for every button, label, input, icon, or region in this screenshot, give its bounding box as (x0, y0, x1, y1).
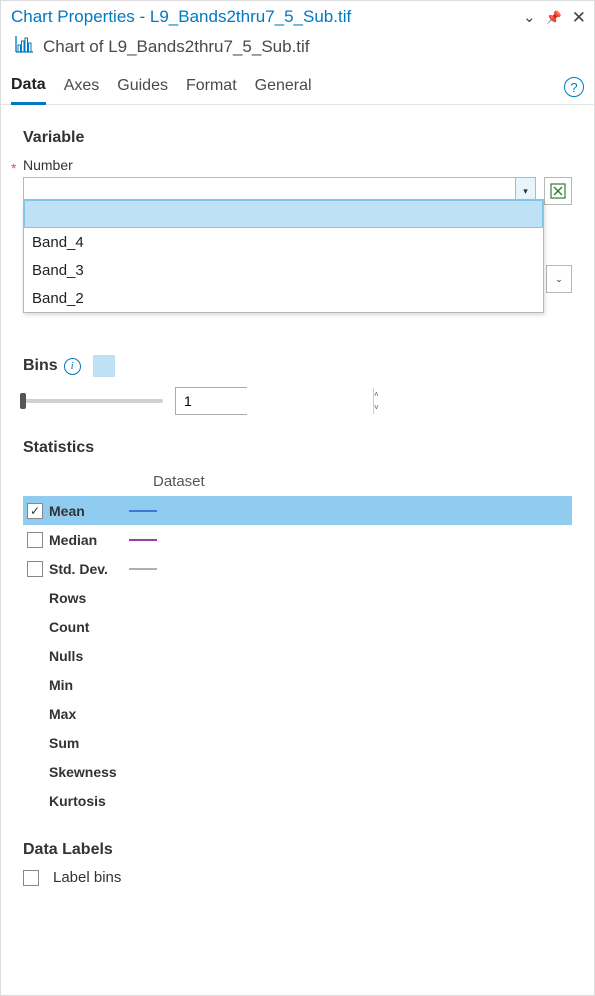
data-labels-section: Data Labels Label bins (23, 841, 572, 886)
stat-label-skewness: Skewness (49, 764, 129, 780)
number-field-label: * Number (23, 157, 73, 173)
bins-slider-row: ˄ ˅ (23, 387, 572, 415)
stat-label-nulls: Nulls (49, 648, 129, 664)
median-checkbox[interactable] (27, 532, 43, 548)
content-panel: Variable * Number ▾ Band_4 Band_3 Band_2… (1, 105, 594, 896)
stat-label-count: Count (49, 619, 129, 635)
stat-row-skewness: Skewness (23, 757, 572, 786)
clear-x-button[interactable] (544, 177, 572, 205)
pin-icon[interactable]: 📌 (546, 11, 562, 24)
spacer (27, 677, 43, 693)
median-line-swatch (129, 539, 157, 541)
stat-label-sum: Sum (49, 735, 129, 751)
titlebar: Chart Properties - L9_Bands2thru7_5_Sub.… (1, 1, 594, 29)
stat-row-sum: Sum (23, 728, 572, 757)
stat-label-median: Median (49, 532, 129, 548)
stat-row-stddev[interactable]: Std. Dev. (23, 554, 572, 583)
label-bins-row: Label bins (23, 869, 572, 886)
stat-row-median[interactable]: Median (23, 525, 572, 554)
mean-checkbox[interactable]: ✓ (27, 503, 43, 519)
bins-spinner-input[interactable] (176, 388, 373, 414)
tab-axes[interactable]: Axes (64, 77, 100, 103)
stat-label-stddev: Std. Dev. (49, 561, 129, 577)
tab-general[interactable]: General (255, 77, 312, 103)
dropdown-item-band4[interactable]: Band_4 (24, 228, 543, 256)
stddev-checkbox[interactable] (27, 561, 43, 577)
stddev-line-swatch (129, 568, 157, 570)
spacer (27, 793, 43, 809)
stat-row-count: Count (23, 612, 572, 641)
stat-label-kurtosis: Kurtosis (49, 793, 129, 809)
dropdown-item-band2[interactable]: Band_2 (24, 284, 543, 312)
stat-row-mean[interactable]: ✓ Mean (23, 496, 572, 525)
histogram-icon (13, 33, 35, 60)
secondary-combo-arrow[interactable]: ⌄ (546, 265, 572, 293)
subtitle-bar: Chart of L9_Bands2thru7_5_Sub.tif (1, 29, 594, 68)
number-dropdown[interactable]: Band_4 Band_3 Band_2 (23, 199, 544, 313)
mean-line-swatch (129, 510, 157, 512)
statistics-column-header: Dataset (23, 467, 572, 496)
dropdown-item-band3[interactable]: Band_3 (24, 256, 543, 284)
window-title: Chart Properties - L9_Bands2thru7_5_Sub.… (11, 7, 351, 27)
spacer (27, 648, 43, 664)
spacer (27, 590, 43, 606)
bins-section: Bins i ˄ ˅ (23, 355, 572, 415)
spinner-arrows: ˄ ˅ (373, 388, 379, 414)
required-asterisk: * (11, 160, 16, 176)
tab-format[interactable]: Format (186, 77, 237, 103)
stat-label-max: Max (49, 706, 129, 722)
chart-subtitle: Chart of L9_Bands2thru7_5_Sub.tif (43, 37, 310, 57)
label-bins-checkbox[interactable] (23, 870, 39, 886)
spacer (27, 764, 43, 780)
window-controls: ⌄ 📌 ✕ (523, 9, 586, 26)
number-label-text: Number (23, 157, 73, 173)
stat-label-rows: Rows (49, 590, 129, 606)
dropdown-item-blank[interactable] (24, 200, 543, 228)
statistics-title: Statistics (23, 439, 572, 457)
tab-guides[interactable]: Guides (117, 77, 168, 103)
tabs-bar: Data Axes Guides Format General ? (1, 68, 594, 105)
label-bins-text: Label bins (53, 869, 121, 886)
bins-title: Bins (23, 357, 58, 375)
stat-row-min: Min (23, 670, 572, 699)
stat-row-rows: Rows (23, 583, 572, 612)
spinner-down-icon[interactable]: ˅ (374, 401, 379, 414)
spacer (27, 735, 43, 751)
stat-label-min: Min (49, 677, 129, 693)
stat-label-mean: Mean (49, 503, 129, 519)
bins-color-swatch[interactable] (93, 355, 115, 377)
help-icon[interactable]: ? (564, 77, 584, 97)
stat-row-kurtosis: Kurtosis (23, 786, 572, 815)
bins-slider[interactable] (23, 399, 163, 403)
spacer (27, 619, 43, 635)
spacer (27, 706, 43, 722)
close-icon[interactable]: ✕ (572, 9, 586, 26)
data-labels-title: Data Labels (23, 841, 572, 859)
tab-data[interactable]: Data (11, 76, 46, 105)
bins-spinner[interactable]: ˄ ˅ (175, 387, 247, 415)
slider-thumb[interactable] (20, 393, 26, 409)
stat-row-max: Max (23, 699, 572, 728)
collapse-icon[interactable]: ⌄ (523, 10, 536, 25)
bins-header: Bins i (23, 355, 572, 377)
spinner-up-icon[interactable]: ˄ (374, 388, 379, 401)
info-icon[interactable]: i (64, 358, 81, 375)
variable-section-title: Variable (23, 129, 572, 147)
stat-row-nulls: Nulls (23, 641, 572, 670)
